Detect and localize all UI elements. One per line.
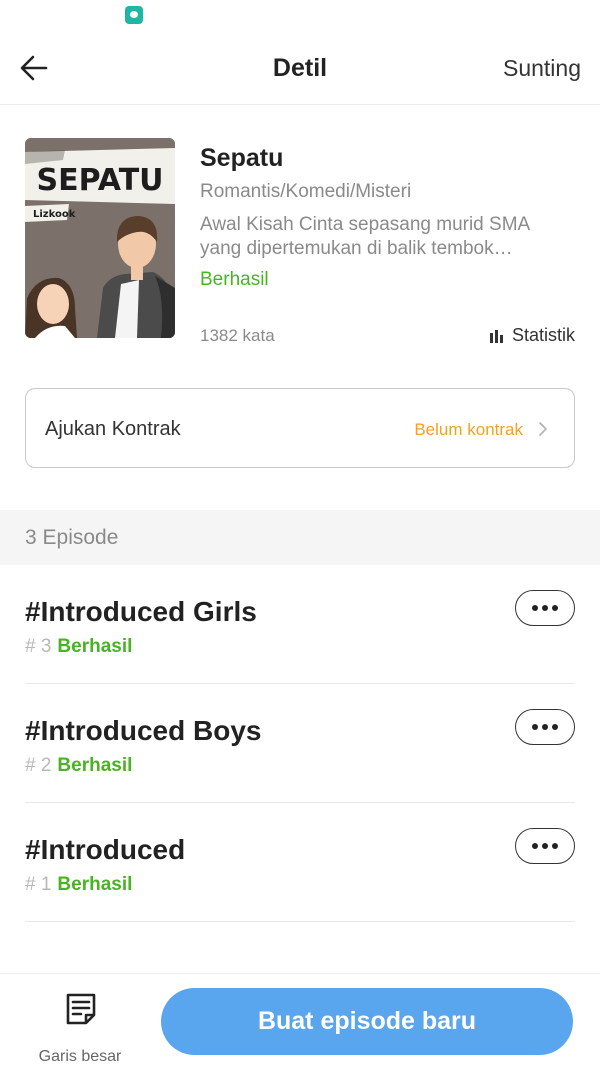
header: Detil Sunting (0, 34, 600, 105)
more-dots-icon (532, 843, 558, 849)
episode-number: # 1 (25, 874, 52, 895)
book-info: SEPATU Lizkook Sepatu Romantis/Komedi/Mi… (25, 138, 575, 345)
book-description: Awal Kisah Cinta sepasang murid SMA yang… (200, 214, 530, 259)
episode-title: #Introduced (25, 834, 186, 865)
contract-row[interactable]: Ajukan Kontrak Belum kontrak (25, 388, 575, 468)
cover-author-text: Lizkook (33, 209, 76, 220)
book-genre: Romantis/Komedi/Misteri (200, 181, 412, 202)
bar-chart-icon (489, 329, 503, 343)
book-status: Berhasil (200, 269, 269, 290)
contract-label: Ajukan Kontrak (45, 418, 181, 440)
word-count: 1382 kata (200, 326, 275, 345)
statistics-button[interactable]: Statistik (489, 325, 575, 346)
episode-status: Berhasil (57, 874, 133, 895)
outline-button[interactable]: Garis besar (20, 988, 140, 1065)
episode-status: Berhasil (57, 636, 133, 657)
notification-icon (125, 6, 143, 24)
episode-meta: # 3 Berhasil (25, 636, 132, 658)
footer: Garis besar Buat episode baru (0, 973, 600, 1067)
cover-title-text: SEPATU (36, 163, 163, 198)
chevron-right-icon (539, 422, 547, 436)
more-options-button[interactable] (515, 709, 575, 745)
episode-item[interactable]: #Introduced # 1 Berhasil (25, 803, 575, 922)
outline-label: Garis besar (38, 1048, 122, 1065)
edit-button[interactable]: Sunting (503, 55, 581, 82)
episode-number: # 2 (25, 755, 52, 776)
more-dots-icon (532, 724, 558, 730)
episode-meta: # 2 Berhasil (25, 755, 132, 777)
episode-status: Berhasil (57, 755, 133, 776)
more-options-button[interactable] (515, 828, 575, 864)
episode-title: #Introduced Girls (25, 596, 257, 627)
episode-item[interactable]: #Introduced Boys # 2 Berhasil (25, 684, 575, 803)
status-bar (0, 0, 600, 34)
episode-meta: # 1 Berhasil (25, 874, 132, 896)
more-dots-icon (532, 605, 558, 611)
book-title: Sepatu (200, 144, 284, 172)
create-episode-button[interactable]: Buat episode baru (161, 988, 573, 1055)
statistics-label: Statistik (511, 325, 575, 345)
document-list-icon (66, 993, 96, 1025)
episode-item[interactable]: #Introduced Girls # 3 Berhasil (25, 565, 575, 684)
episodes-count: 3 Episode (25, 526, 119, 549)
book-cover[interactable]: SEPATU Lizkook (25, 138, 175, 338)
episode-title: #Introduced Boys (25, 715, 262, 746)
cover-illustration: SEPATU Lizkook (25, 138, 175, 338)
more-options-button[interactable] (515, 590, 575, 626)
episode-number: # 3 (25, 636, 52, 657)
contract-status: Belum kontrak (414, 420, 523, 439)
episodes-header: 3 Episode (0, 510, 600, 565)
